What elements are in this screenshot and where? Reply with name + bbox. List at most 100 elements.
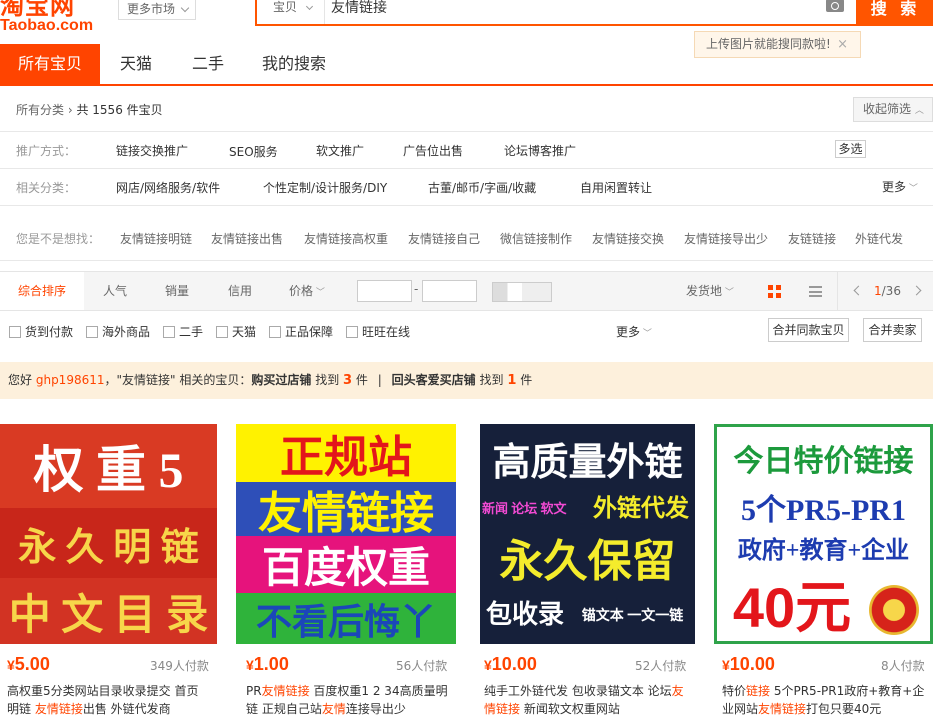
product-card[interactable]: 高质量外链 新闻 论坛 软文 外链代发 永久保留 包收录 锚文本 一文一链 ¥1… xyxy=(480,424,700,715)
sort-default[interactable]: 综合排序 xyxy=(0,272,84,310)
search-type-select[interactable]: 宝贝 xyxy=(257,0,325,24)
product-card[interactable]: 今日特价链接 5个PR5-PR1 政府+教育+企业 40元 ¥10.00 8人付… xyxy=(714,424,933,715)
title-text: PR xyxy=(246,684,262,698)
promo-option[interactable]: SEO服务 xyxy=(229,143,278,160)
image-text: 中 文 目 录 xyxy=(0,578,217,644)
search-button[interactable]: 搜 索 xyxy=(858,0,933,26)
related-option[interactable]: 个性定制/设计服务/DIY xyxy=(263,179,387,196)
title-line: 链 正规自己站友情连接导出少 xyxy=(246,700,448,715)
image-text: 40元 xyxy=(732,575,852,636)
notice-found: 找到 xyxy=(315,373,340,387)
title-highlight: 友情链接 xyxy=(758,702,807,715)
related-option[interactable]: 自用闲置转让 xyxy=(580,179,652,196)
crumb-all-categories[interactable]: 所有分类 xyxy=(16,103,64,117)
price-min-input[interactable] xyxy=(357,280,412,302)
sort-price[interactable]: 价格 ﹀ xyxy=(282,272,332,310)
product-title[interactable]: 高权重5分类网站目录收录提交 首页 明链 友情链接出售 外链代发商 xyxy=(7,682,198,715)
filter-checkbox[interactable]: 旺旺在线 xyxy=(346,323,410,340)
product-image[interactable]: 正规站 友情链接 百度权重 不看后悔丫 xyxy=(236,424,456,644)
filter-checkbox[interactable]: 二手 xyxy=(163,323,203,340)
repeat-shops-link[interactable]: 回头客爱买店铺 xyxy=(392,373,476,387)
promo-option[interactable]: 链接交换推广 xyxy=(116,142,188,159)
price-slider-icon[interactable] xyxy=(492,282,552,302)
tab-second-hand[interactable]: 二手 xyxy=(180,44,236,84)
checkbox[interactable] xyxy=(163,326,175,338)
suggestion-link[interactable]: 友链链接 xyxy=(788,230,836,247)
product-title[interactable]: PR友情链接 百度权重1 2 34高质量明 链 正规自己站友情连接导出少 xyxy=(246,682,448,715)
suggestion-link[interactable]: 友情链接导出少 xyxy=(684,230,768,247)
bought-shops-link[interactable]: 购买过店铺 xyxy=(251,373,311,387)
product-title[interactable]: 特价链接 5个PR5-PR1政府+教育+企 业网站友情链接打包只要40元 xyxy=(722,682,924,715)
sort-credit[interactable]: 信用 xyxy=(215,272,265,310)
suggestion-link[interactable]: 外链代发 xyxy=(855,230,903,247)
grid-view-icon[interactable] xyxy=(768,285,781,298)
image-text: 百度权重 xyxy=(236,536,456,593)
merge-same-items-button[interactable]: 合并同款宝贝 xyxy=(768,318,849,342)
promo-option[interactable]: 论坛博客推广 xyxy=(504,142,576,159)
filter-checkbox[interactable]: 货到付款 xyxy=(9,323,73,340)
currency-symbol: ¥ xyxy=(246,657,254,673)
suggestion-link[interactable]: 友情链接交换 xyxy=(592,230,664,247)
chevron-right-icon[interactable] xyxy=(911,285,922,296)
currency-symbol: ¥ xyxy=(484,657,492,673)
product-card[interactable]: 权 重 5 永 久 明 链 中 文 目 录 ¥5.00 349人付款 高权重5分… xyxy=(0,424,220,715)
checkbox[interactable] xyxy=(269,326,281,338)
filter-checkbox[interactable]: 海外商品 xyxy=(86,323,150,340)
title-line: 情链接 新闻软文权重网站 xyxy=(484,700,684,715)
notice-text: ，"友情链接" 相关的宝贝： xyxy=(104,373,252,387)
title-text: 百度权重1 2 34高质量明 xyxy=(309,684,448,698)
title-highlight: 友 xyxy=(671,684,684,698)
filter-checkbox[interactable]: 天猫 xyxy=(216,323,256,340)
notice-username[interactable]: ghp198611 xyxy=(36,373,105,387)
product-card[interactable]: 正规站 友情链接 百度权重 不看后悔丫 ¥1.00 56人付款 PR友情链接 百… xyxy=(236,424,456,715)
checkbox[interactable] xyxy=(346,326,358,338)
product-price: ¥5.00 xyxy=(7,654,50,675)
suggestion-link[interactable]: 友情链接出售 xyxy=(211,230,283,247)
more-categories-button[interactable]: 更多 ﹀ xyxy=(882,178,918,195)
promo-option[interactable]: 软文推广 xyxy=(316,142,364,159)
sort-sales[interactable]: 销量 xyxy=(152,272,202,310)
product-title[interactable]: 纯手工外链代发 包收录锚文本 论坛友 情链接 新闻软文权重网站 xyxy=(484,682,684,715)
image-text: 包收录 xyxy=(485,599,564,629)
image-text: 今日特价链接 xyxy=(733,445,914,478)
price-max-input[interactable] xyxy=(422,280,477,302)
related-option[interactable]: 古董/邮币/字画/收藏 xyxy=(428,179,536,196)
checkbox[interactable] xyxy=(9,326,21,338)
suggestion-link[interactable]: 微信链接制作 xyxy=(500,230,572,247)
suggestion-link[interactable]: 友情链接高权重 xyxy=(304,230,388,247)
ship-from-label: 发货地 xyxy=(686,284,723,298)
related-option[interactable]: 网店/网络服务/软件 xyxy=(116,179,220,196)
logo-en: Taobao.com xyxy=(0,17,94,34)
image-text: 永久保留 xyxy=(499,537,676,586)
suggestion-link[interactable]: 友情链接明链 xyxy=(120,230,192,247)
merge-sellers-button[interactable]: 合并卖家 xyxy=(863,318,922,342)
more-markets-dropdown[interactable]: 更多市场 xyxy=(118,0,196,20)
search-input[interactable]: 友情链接 xyxy=(331,0,387,17)
paid-count: 52人付款 xyxy=(635,659,687,673)
sort-popularity[interactable]: 人气 xyxy=(90,272,140,310)
product-image[interactable]: 高质量外链 新闻 论坛 软文 外链代发 永久保留 包收录 锚文本 一文一链 xyxy=(480,424,695,644)
filter-checkbox[interactable]: 正品保障 xyxy=(269,323,333,340)
collapse-filter-button[interactable]: 收起筛选 ︿ xyxy=(853,97,933,122)
product-image[interactable]: 权 重 5 永 久 明 链 中 文 目 录 xyxy=(0,424,217,644)
breadcrumb: 所有分类 › 共 1556 件宝贝 xyxy=(16,101,163,118)
chevron-down-icon: ﹀ xyxy=(722,288,734,298)
suggestion-link[interactable]: 友情链接自己 xyxy=(408,230,480,247)
search-box: 宝贝 友情链接 xyxy=(255,0,858,26)
ship-from-dropdown[interactable]: 发货地 ﹀ xyxy=(678,272,742,310)
list-view-icon[interactable] xyxy=(809,286,822,297)
taobao-logo[interactable]: 淘宝网 Taobao.com xyxy=(0,0,93,35)
product-image[interactable]: 今日特价链接 5个PR5-PR1 政府+教育+企业 40元 xyxy=(714,424,933,644)
more-filters-button[interactable]: 更多 ﹀ xyxy=(616,323,652,340)
checkbox[interactable] xyxy=(216,326,228,338)
multi-select-button[interactable]: 多选 xyxy=(835,140,866,158)
notice-found: 找到 xyxy=(479,373,504,387)
promo-option[interactable]: 广告位出售 xyxy=(403,142,463,159)
checkbox[interactable] xyxy=(86,326,98,338)
camera-icon[interactable] xyxy=(826,0,844,12)
tab-tmall[interactable]: 天猫 xyxy=(108,44,164,84)
tab-my-search[interactable]: 我的搜索 xyxy=(254,44,334,84)
title-highlight: 链接 xyxy=(746,684,771,698)
chevron-left-icon[interactable] xyxy=(853,285,864,296)
tab-all-items[interactable]: 所有宝贝 xyxy=(0,44,100,84)
